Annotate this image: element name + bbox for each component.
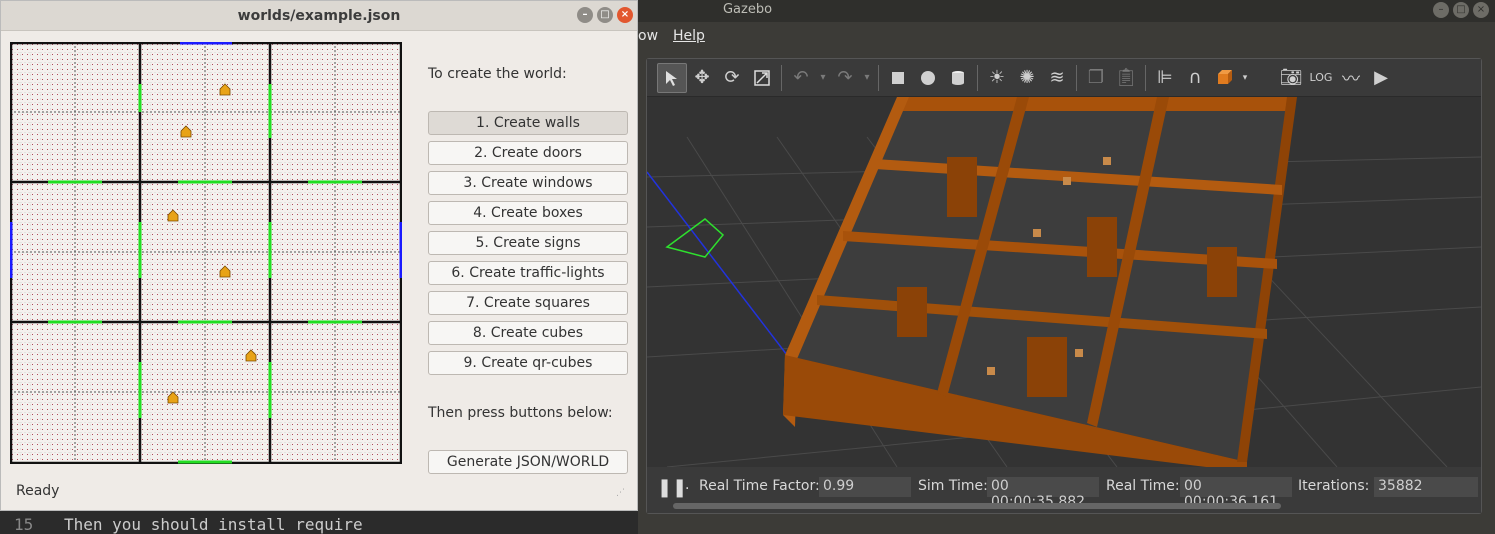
code-line: Then you should install require <box>64 515 363 534</box>
menu-help[interactable]: Help <box>673 28 705 44</box>
pause-icon[interactable]: ❚❚ <box>657 477 687 498</box>
step-icon[interactable]: . <box>685 477 689 493</box>
create-squares-button[interactable]: 7. Create squares <box>428 291 628 315</box>
then-label: Then press buttons below: <box>428 405 613 421</box>
log-icon[interactable]: LOG <box>1306 63 1336 93</box>
dialog-title: worlds/example.json <box>237 8 401 24</box>
view-angle-icon[interactable] <box>1210 63 1240 93</box>
create-traffic-lights-button[interactable]: 6. Create traffic-lights <box>428 261 628 285</box>
create-walls-button[interactable]: 1. Create walls <box>428 111 628 135</box>
gazebo-statusbar: ❚❚ . Real Time Factor: 0.99 Sim Time: 00… <box>647 467 1481 513</box>
create-doors-button[interactable]: 2. Create doors <box>428 141 628 165</box>
generate-json-world-button[interactable]: Generate JSON/WORLD <box>428 450 628 474</box>
cylinder-icon[interactable] <box>943 63 973 93</box>
gazebo-title: Gazebo <box>722 2 773 17</box>
status-text: Ready <box>16 483 60 499</box>
line-number: 15 <box>14 515 34 534</box>
sim-time-label: Sim Time: <box>918 478 988 494</box>
undo-dropdown-icon[interactable]: ▾ <box>816 63 830 93</box>
align-icon[interactable]: ⊫ <box>1150 63 1180 93</box>
resize-grip-icon[interactable]: ⋰ <box>616 488 625 498</box>
iterations-value: 35882 <box>1374 477 1478 497</box>
code-editor: 15 Then you should install require <box>0 511 638 534</box>
screenshot-icon[interactable]: 📷︎ <box>1276 63 1306 93</box>
create-boxes-button[interactable]: 4. Create boxes <box>428 201 628 225</box>
intro-label: To create the world: <box>428 66 567 82</box>
video-record-icon[interactable]: ▶ <box>1366 63 1396 93</box>
redo-icon[interactable]: ↷ <box>830 63 860 93</box>
spot-light-icon[interactable]: ✺ <box>1012 63 1042 93</box>
create-windows-button[interactable]: 3. Create windows <box>428 171 628 195</box>
gazebo-panel: ✥ ⟳ ↶ ▾ ↷ ▾ ☀ ✺ ≋ ❐ 📋︎ ⊫ ∩ ▾ 📷︎ LOG 〰 ▶ … <box>646 58 1482 514</box>
real-time-label: Real Time: <box>1106 478 1180 494</box>
rotate-icon[interactable]: ⟳ <box>717 63 747 93</box>
rtf-value: 0.99 <box>819 477 911 497</box>
plot-icon[interactable]: 〰 <box>1336 63 1366 93</box>
sphere-icon[interactable] <box>913 63 943 93</box>
create-qr-cubes-button[interactable]: 9. Create qr-cubes <box>428 351 628 375</box>
directional-light-icon[interactable]: ≋ <box>1042 63 1072 93</box>
gazebo-toolbar: ✥ ⟳ ↶ ▾ ↷ ▾ ☀ ✺ ≋ ❐ 📋︎ ⊫ ∩ ▾ 📷︎ LOG 〰 ▶ <box>647 59 1481 97</box>
maximize-icon[interactable]: □ <box>1453 2 1469 18</box>
copy-icon[interactable]: ❐ <box>1081 63 1111 93</box>
real-time-value: 00 00:00:36.161 <box>1180 477 1292 510</box>
view-angle-dropdown-icon[interactable]: ▾ <box>1240 63 1250 93</box>
box-icon[interactable] <box>883 63 913 93</box>
translate-icon[interactable]: ✥ <box>687 63 717 93</box>
close-icon[interactable]: × <box>617 7 633 23</box>
create-signs-button[interactable]: 5. Create signs <box>428 231 628 255</box>
scale-icon[interactable] <box>747 63 777 93</box>
dialog-titlebar: worlds/example.json – □ × <box>1 1 637 31</box>
point-light-icon[interactable]: ☀ <box>982 63 1012 93</box>
undo-icon[interactable]: ↶ <box>786 63 816 93</box>
paste-icon[interactable]: 📋︎ <box>1111 63 1141 93</box>
rtf-label: Real Time Factor: <box>699 478 820 494</box>
maximize-icon[interactable]: □ <box>597 7 613 23</box>
iterations-label: Iterations: <box>1298 478 1370 494</box>
close-icon[interactable]: × <box>1473 2 1489 18</box>
magnet-icon[interactable]: ∩ <box>1180 63 1210 93</box>
menu-window[interactable]: ow <box>638 28 658 44</box>
minimize-icon[interactable]: – <box>1433 2 1449 18</box>
redo-dropdown-icon[interactable]: ▾ <box>860 63 874 93</box>
minimize-icon[interactable]: – <box>577 7 593 23</box>
create-cubes-button[interactable]: 8. Create cubes <box>428 321 628 345</box>
select-arrow-icon[interactable] <box>657 62 687 93</box>
world-grid-canvas[interactable] <box>9 41 403 465</box>
3d-viewport[interactable] <box>647 97 1481 467</box>
world-editor-dialog: worlds/example.json – □ × To create the … <box>0 0 638 511</box>
horizontal-scrollbar[interactable] <box>673 503 1281 509</box>
sim-time-value: 00 00:00:35.882 <box>987 477 1099 510</box>
